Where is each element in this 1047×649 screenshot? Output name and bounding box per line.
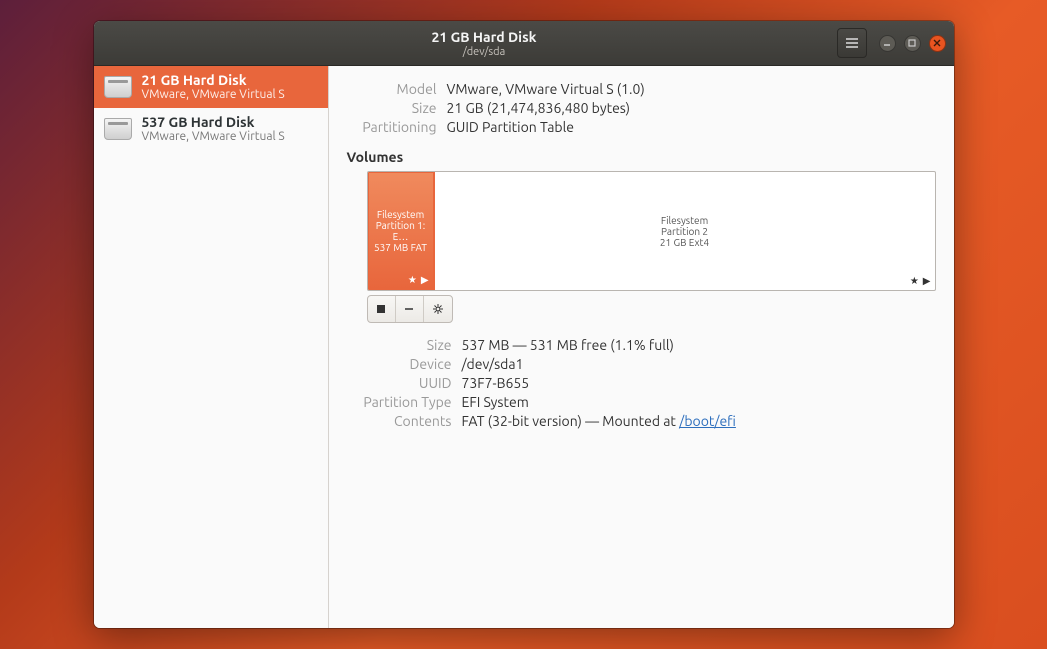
- play-icon: ▶: [421, 274, 429, 286]
- kv-partitioning: Partitioning GUID Partition Table: [347, 119, 936, 135]
- part-line3: 21 GB Ext4: [660, 237, 709, 248]
- label-device: Device: [347, 356, 462, 372]
- value-ptype: EFI System: [462, 394, 529, 410]
- partition-options-button[interactable]: [424, 296, 452, 322]
- volume-partition-1[interactable]: Filesystem Partition 2 21 GB Ext4 ★ ▶: [435, 172, 935, 290]
- star-icon: ★: [408, 274, 417, 286]
- hamburger-icon: [845, 36, 859, 50]
- value-contents: FAT (32-bit version) — Mounted at /boot/…: [462, 413, 736, 429]
- kv-contents: Contents FAT (32-bit version) — Mounted …: [347, 413, 936, 429]
- part-line1: Filesystem: [661, 215, 708, 226]
- kv-size: Size 21 GB (21,474,836,480 bytes): [347, 100, 936, 116]
- minus-icon: [403, 303, 415, 315]
- volumes-heading: Volumes: [347, 149, 936, 165]
- value-partitioning: GUID Partition Table: [447, 119, 574, 135]
- maximize-button[interactable]: [904, 35, 921, 52]
- label-uuid: UUID: [347, 375, 462, 391]
- play-icon: ▶: [923, 275, 931, 287]
- body: 21 GB Hard Disk VMware, VMware Virtual S…: [94, 66, 954, 628]
- sidebar-disk-sub: VMware, VMware Virtual S: [142, 130, 285, 144]
- label-contents: Contents: [347, 413, 462, 429]
- label-psize: Size: [347, 337, 462, 353]
- part-line2: Partition 1: E…: [373, 220, 429, 242]
- sidebar-disk-title: 21 GB Hard Disk: [142, 72, 285, 88]
- value-model: VMware, VMware Virtual S (1.0): [447, 81, 645, 97]
- close-button[interactable]: [929, 35, 946, 52]
- delete-partition-button[interactable]: [396, 296, 424, 322]
- part-badges: ★ ▶: [408, 274, 429, 286]
- label-size: Size: [347, 100, 447, 116]
- title-center: 21 GB Hard Disk /dev/sda: [132, 29, 837, 58]
- disks-window: 21 GB Hard Disk /dev/sda: [94, 21, 954, 628]
- window-subtitle: /dev/sda: [132, 46, 837, 58]
- unmount-button[interactable]: [368, 296, 396, 322]
- value-psize: 537 MB — 531 MB free (1.1% full): [462, 337, 674, 353]
- label-ptype: Partition Type: [347, 394, 462, 410]
- partition-detail: Size 537 MB — 531 MB free (1.1% full) De…: [347, 337, 936, 429]
- volume-map: Filesystem Partition 1: E… 537 MB FAT ★ …: [367, 171, 936, 291]
- window-title: 21 GB Hard Disk: [132, 29, 837, 45]
- window-controls: [879, 35, 946, 52]
- part-line2: Partition 2: [661, 226, 708, 237]
- value-uuid: 73F7-B655: [462, 375, 530, 391]
- sidebar-disk-title: 537 GB Hard Disk: [142, 114, 285, 130]
- contents-prefix: FAT (32-bit version) — Mounted at: [462, 413, 680, 429]
- disk-sidebar: 21 GB Hard Disk VMware, VMware Virtual S…: [94, 66, 329, 628]
- kv-uuid: UUID 73F7-B655: [347, 375, 936, 391]
- label-partitioning: Partitioning: [347, 119, 447, 135]
- sidebar-disk-1[interactable]: 537 GB Hard Disk VMware, VMware Virtual …: [94, 108, 328, 150]
- detail-pane: Model VMware, VMware Virtual S (1.0) Siz…: [329, 66, 954, 628]
- volume-partition-0[interactable]: Filesystem Partition 1: E… 537 MB FAT ★ …: [367, 171, 435, 291]
- kv-device: Device /dev/sda1: [347, 356, 936, 372]
- maximize-icon: [908, 39, 916, 47]
- kv-psize: Size 537 MB — 531 MB free (1.1% full): [347, 337, 936, 353]
- label-model: Model: [347, 81, 447, 97]
- gear-icon: [432, 303, 444, 315]
- hard-disk-icon: [104, 118, 132, 140]
- volume-toolbar: [367, 295, 453, 323]
- kv-model: Model VMware, VMware Virtual S (1.0): [347, 81, 936, 97]
- sidebar-disk-text: 21 GB Hard Disk VMware, VMware Virtual S: [142, 72, 285, 102]
- close-icon: [933, 39, 941, 47]
- value-device: /dev/sda1: [462, 356, 524, 372]
- mount-point-link[interactable]: /boot/efi: [679, 413, 736, 429]
- hamburger-menu-button[interactable]: [837, 28, 867, 58]
- star-icon: ★: [910, 275, 919, 287]
- part-line3: 537 MB FAT: [374, 242, 427, 253]
- part-badges: ★ ▶: [910, 275, 931, 287]
- kv-ptype: Partition Type EFI System: [347, 394, 936, 410]
- sidebar-disk-0[interactable]: 21 GB Hard Disk VMware, VMware Virtual S: [94, 66, 328, 108]
- titlebar: 21 GB Hard Disk /dev/sda: [94, 21, 954, 66]
- minimize-button[interactable]: [879, 35, 896, 52]
- sidebar-disk-text: 537 GB Hard Disk VMware, VMware Virtual …: [142, 114, 285, 144]
- stop-icon: [375, 303, 387, 315]
- value-size: 21 GB (21,474,836,480 bytes): [447, 100, 631, 116]
- sidebar-disk-sub: VMware, VMware Virtual S: [142, 88, 285, 102]
- hard-disk-icon: [104, 76, 132, 98]
- part-line1: Filesystem: [377, 209, 424, 220]
- minimize-icon: [883, 39, 891, 47]
